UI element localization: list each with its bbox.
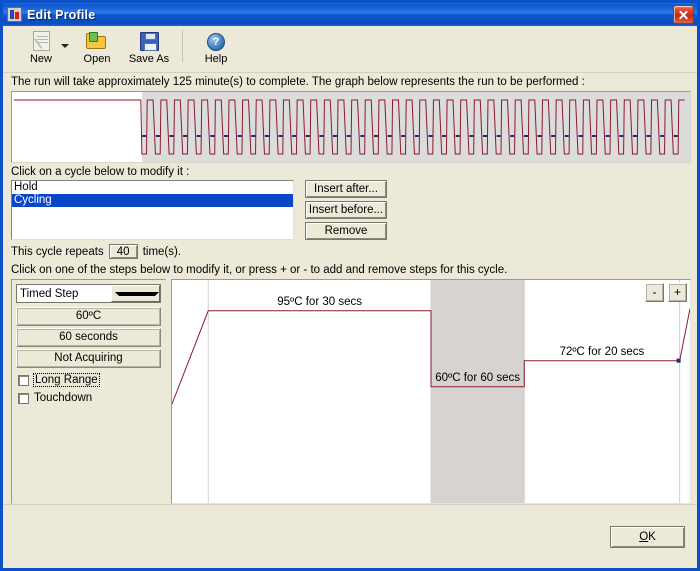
chevron-down-icon[interactable] — [111, 285, 161, 302]
cycle-repeat-row: This cycle repeats 40 time(s). — [3, 240, 697, 261]
repeat-suffix-label: time(s). — [142, 245, 182, 258]
long-range-checkbox[interactable]: Long Range — [16, 373, 161, 387]
cycles-row: Hold Cycling Insert after... Insert befo… — [11, 180, 691, 240]
ok-button[interactable]: OK — [610, 525, 685, 548]
chart-trace — [172, 280, 690, 503]
chart-label-step-1: 95ºC for 30 secs — [277, 295, 362, 308]
repeat-prefix-label: This cycle repeats — [11, 245, 104, 258]
steps-prompt: Click on one of the steps below to modif… — [3, 261, 697, 278]
cycles-prompt: Click on a cycle below to modify it : — [3, 163, 697, 180]
title-bar[interactable]: Edit Profile — [3, 3, 697, 26]
step-profile-chart[interactable]: 95ºC for 30 secs 60ºC for 60 secs 72ºC f… — [171, 279, 691, 504]
insert-before-button[interactable]: Insert before... — [305, 201, 387, 219]
touchdown-checkbox[interactable]: Touchdown — [16, 392, 161, 404]
close-icon[interactable] — [673, 5, 694, 24]
checkbox-box-icon — [18, 374, 29, 386]
help-button[interactable]: ? Help — [190, 28, 242, 65]
remove-button[interactable]: Remove — [305, 222, 387, 240]
cycle-actions: Insert after... Insert before... Remove — [305, 180, 387, 240]
help-button-label: Help — [204, 53, 228, 65]
cycle-list[interactable]: Hold Cycling — [11, 180, 294, 240]
cycle-list-item-cycling[interactable]: Cycling — [12, 194, 293, 207]
long-range-label: Long Range — [33, 373, 100, 387]
open-button-label: Open — [83, 53, 111, 65]
step-type-select[interactable]: Timed Step — [16, 284, 161, 303]
add-step-button[interactable]: + — [668, 283, 687, 302]
chart-step-controls: - + — [645, 283, 687, 302]
remove-step-button[interactable]: - — [645, 283, 664, 302]
help-question-icon: ? — [204, 30, 228, 52]
cycle-list-item-hold[interactable]: Hold — [12, 181, 293, 194]
checkbox-box-icon — [18, 392, 29, 404]
window-title: Edit Profile — [27, 7, 96, 22]
step-type-value: Timed Step — [20, 287, 79, 300]
chart-label-step-3: 72ºC for 20 secs — [559, 345, 645, 358]
new-button-label: New — [29, 53, 52, 65]
step-properties-panel: Timed Step 60ºC 60 seconds Not Acquiring… — [11, 279, 166, 504]
new-document-icon — [29, 30, 53, 52]
save-as-button[interactable]: Save As — [123, 28, 175, 65]
step-acquisition-button[interactable]: Not Acquiring — [16, 349, 161, 368]
new-button[interactable]: New — [15, 28, 67, 65]
toolbar-separator — [182, 30, 183, 62]
profile-graph[interactable] — [11, 91, 691, 163]
profile-window-icon — [7, 7, 22, 22]
toolbar: New Open Save As ? Help — [3, 26, 697, 73]
open-folder-icon — [85, 30, 109, 52]
steps-row: Timed Step 60ºC 60 seconds Not Acquiring… — [11, 279, 691, 504]
touchdown-label: Touchdown — [34, 392, 93, 404]
chart-label-step-2: 60ºC for 60 secs — [435, 371, 520, 384]
dialog-footer: OK — [3, 504, 697, 568]
edit-profile-window: Edit Profile New Open Save As ? Help The… — [0, 0, 700, 571]
save-as-button-label: Save As — [128, 53, 170, 65]
repeat-count-field[interactable]: 40 — [108, 244, 138, 259]
new-dropdown-arrow-icon[interactable] — [61, 44, 69, 48]
step-duration-button[interactable]: 60 seconds — [16, 328, 161, 347]
graph-trace — [12, 92, 690, 162]
step-temperature-button[interactable]: 60ºC — [16, 307, 161, 326]
insert-after-button[interactable]: Insert after... — [305, 180, 387, 198]
run-summary-text: The run will take approximately 125 minu… — [3, 73, 697, 90]
open-button[interactable]: Open — [71, 28, 123, 65]
save-diskette-icon — [137, 30, 161, 52]
